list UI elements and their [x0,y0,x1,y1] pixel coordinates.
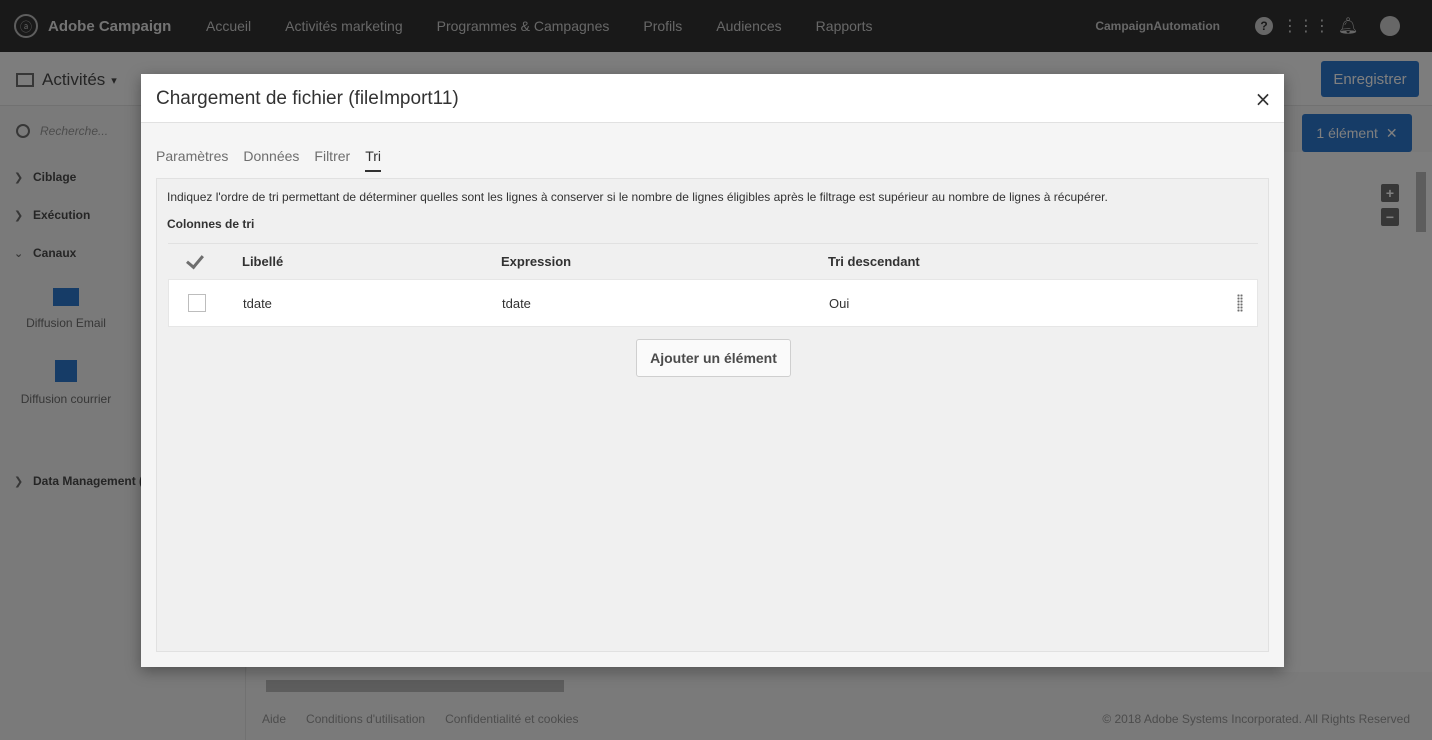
section-title: Colonnes de tri [167,217,255,231]
dialog-tabs: Paramètres Données Filtrer Tri [156,148,396,172]
select-all-check-icon[interactable] [188,256,206,268]
cell-expression: tdate [502,295,531,311]
file-import-dialog: Chargement de fichier (fileImport11) × P… [141,74,1284,667]
dialog-header: Chargement de fichier (fileImport11) × [141,74,1284,123]
drag-handle-icon[interactable] [1237,294,1243,312]
row-checkbox[interactable] [188,294,206,312]
sort-description: Indiquez l'ordre de tri permettant de dé… [167,190,1108,204]
table-header: Libellé Expression Tri descendant [168,243,1258,279]
column-header-expression[interactable]: Expression [501,254,571,269]
cell-libelle: tdate [243,295,272,311]
dialog-title: Chargement de fichier (fileImport11) [156,88,459,109]
column-header-libelle[interactable]: Libellé [242,254,283,269]
tab-filtrer[interactable]: Filtrer [314,148,350,172]
sort-panel: Indiquez l'ordre de tri permettant de dé… [156,178,1269,652]
tab-donnees[interactable]: Données [243,148,299,172]
table-row[interactable]: tdate tdate Oui [168,279,1258,327]
sort-columns-table: Libellé Expression Tri descendant tdate … [168,243,1258,327]
column-header-tri-descendant[interactable]: Tri descendant [828,254,920,269]
cell-tri-descendant: Oui [829,295,850,311]
close-button[interactable]: × [1252,88,1274,110]
tab-parametres[interactable]: Paramètres [156,148,228,172]
add-element-button[interactable]: Ajouter un élément [636,339,791,377]
tab-tri[interactable]: Tri [365,148,381,172]
